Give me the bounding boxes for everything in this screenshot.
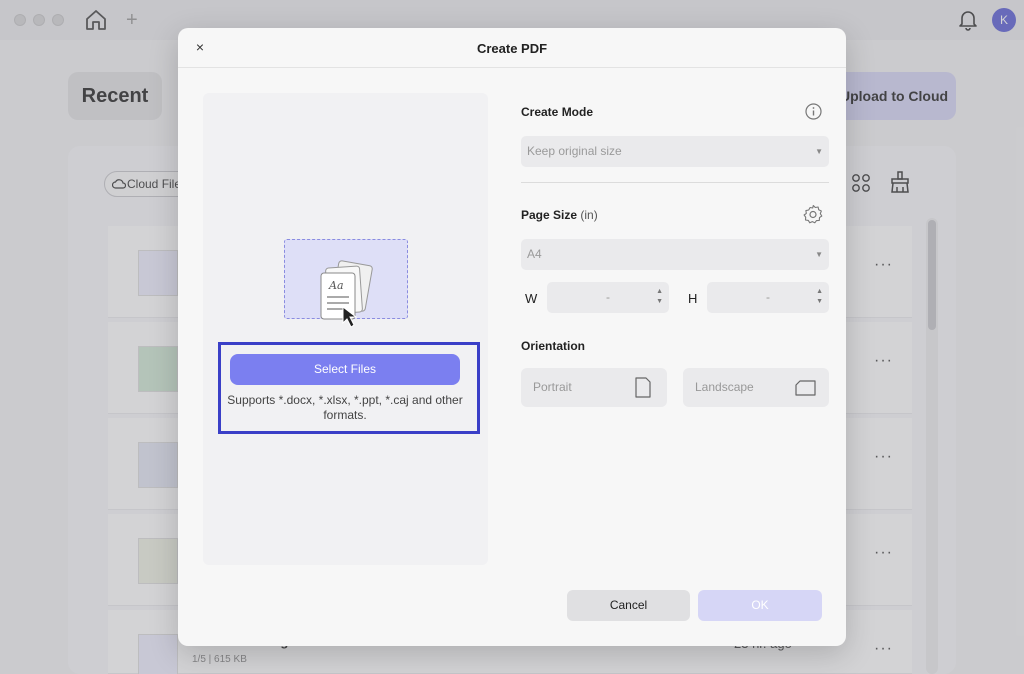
documents-illustration-icon: Aa [320,260,373,328]
stepper-arrows-icon[interactable]: ▲ ▼ [816,287,823,307]
create-mode-select[interactable]: Keep original size ▼ [521,136,829,167]
gear-icon[interactable] [803,204,823,224]
portrait-label: Portrait [533,380,572,394]
chevron-down-icon: ▼ [815,147,823,156]
portrait-option[interactable]: Portrait [521,368,667,407]
create-mode-value: Keep original size [527,144,622,158]
divider [521,182,829,183]
create-mode-label: Create Mode [521,105,594,119]
svg-text:Aa: Aa [328,279,344,292]
height-label: H [688,291,698,306]
width-stepper[interactable]: - ▲ ▼ [547,282,669,313]
landscape-page-icon [795,380,816,396]
landscape-option[interactable]: Landscape [683,368,829,407]
portrait-page-icon [635,377,651,398]
page-size-label: Page Size (in) [521,208,598,222]
create-pdf-dialog: × Create PDF Aa Select Files Supports *.… [178,28,846,646]
dialog-title: Create PDF [476,41,548,56]
ok-button[interactable]: OK [698,590,822,621]
page-size-select[interactable]: A4 ▼ [521,239,829,270]
landscape-label: Landscape [695,380,754,394]
file-drop-area[interactable]: Aa Select Files Supports *.docx, *.xlsx,… [203,93,488,565]
page-size-value: A4 [527,247,542,261]
width-label: W [525,291,538,306]
dialog-header: × Create PDF [178,28,846,68]
stepper-arrows-icon[interactable]: ▲ ▼ [656,287,663,307]
info-icon[interactable] [805,103,822,120]
page-size-title: Page Size [521,208,578,222]
page-size-unit: (in) [580,208,598,222]
supported-formats-text: Supports *.docx, *.xlsx, *.ppt, *.caj an… [227,393,463,422]
height-value: - [766,290,770,304]
select-files-button[interactable]: Select Files [230,354,460,385]
chevron-down-icon: ▼ [815,250,823,259]
height-stepper[interactable]: - ▲ ▼ [707,282,829,313]
cancel-button[interactable]: Cancel [567,590,690,621]
width-value: - [606,290,610,304]
orientation-label: Orientation [521,339,586,353]
